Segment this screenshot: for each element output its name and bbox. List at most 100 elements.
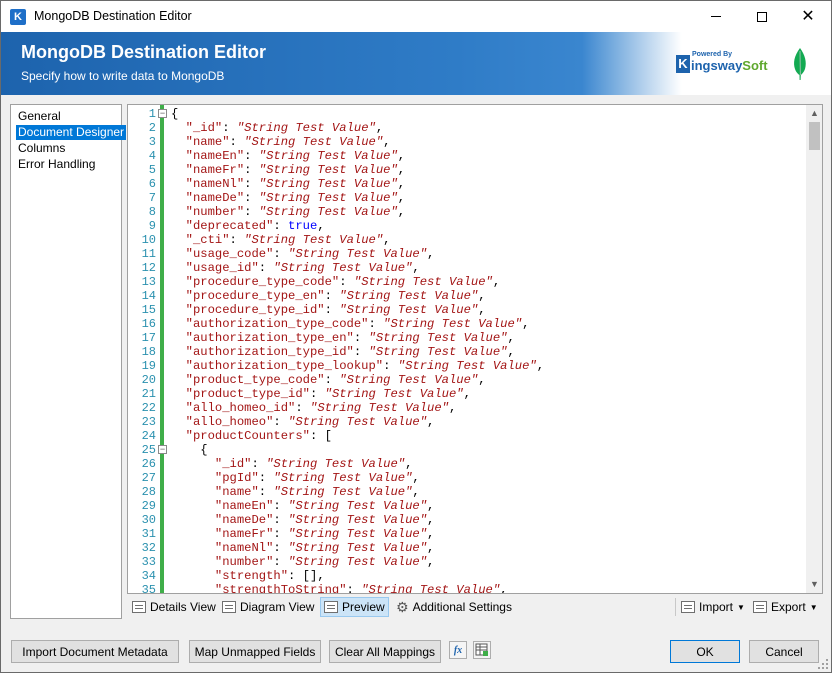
json-key: "allo_homeo"	[185, 415, 274, 429]
json-key: "procedure_type_id"	[185, 303, 325, 317]
export-label: Export	[771, 600, 806, 614]
code-text: "usage_id": "String Test Value",	[185, 261, 420, 275]
code-line: 29 "nameEn": "String Test Value",	[128, 499, 808, 513]
nav-item-error-handling[interactable]: Error Handling	[16, 157, 97, 172]
fold-collapse-icon[interactable]: −	[158, 109, 167, 118]
code-line: 8 "number": "String Test Value",	[128, 205, 808, 219]
code-text: "nameFr": "String Test Value",	[185, 163, 406, 177]
json-key: "name"	[185, 135, 230, 149]
code-text: "nameEn": "String Test Value",	[185, 149, 406, 163]
chevron-down-icon: ▼	[809, 602, 818, 612]
json-key: "nameEn"	[185, 149, 245, 163]
maximize-button[interactable]	[739, 1, 785, 32]
resize-grip-icon[interactable]	[817, 658, 829, 670]
json-value: "String Test Value"	[288, 513, 428, 527]
code-text: "number": "String Test Value",	[185, 205, 406, 219]
code-text: "authorization_type_lookup": "String Tes…	[185, 359, 545, 373]
table-settings-icon[interactable]	[473, 641, 491, 659]
line-number: 33	[141, 555, 156, 569]
json-key: "_cti"	[185, 233, 230, 247]
line-number: 12	[141, 261, 156, 275]
json-value: "String Test Value"	[339, 289, 479, 303]
tab-details-view[interactable]: Details View	[129, 597, 219, 617]
json-value: "String Test Value"	[324, 387, 464, 401]
json-key: "number"	[185, 205, 245, 219]
line-number: 35	[141, 583, 156, 594]
line-number: 13	[141, 275, 156, 289]
minimize-button[interactable]	[693, 1, 739, 32]
code-line: 3 "name": "String Test Value",	[128, 135, 808, 149]
code-text: "authorization_type_id": "String Test Va…	[185, 345, 515, 359]
code-line: 26 "_id": "String Test Value",	[128, 457, 808, 471]
code-line: 4 "nameEn": "String Test Value",	[128, 149, 808, 163]
json-value: "String Test Value"	[368, 345, 508, 359]
nav-item-document-designer[interactable]: Document Designer	[16, 125, 127, 140]
code-line: 30 "nameDe": "String Test Value",	[128, 513, 808, 527]
export-dropdown[interactable]: Export ▼	[750, 597, 821, 617]
json-value: "String Test Value"	[258, 205, 398, 219]
ok-button[interactable]: OK	[670, 640, 740, 663]
code-line: 13 "procedure_type_code": "String Test V…	[128, 275, 808, 289]
import-dropdown[interactable]: Import ▼	[678, 597, 748, 617]
line-number: 31	[141, 527, 156, 541]
logo-wordmark-main: ingsway	[691, 58, 743, 73]
code-text: "nameNl": "String Test Value",	[185, 177, 406, 191]
vertical-scrollbar[interactable]: ▲ ▼	[806, 105, 822, 593]
close-button[interactable]: ✕	[785, 1, 831, 32]
json-key: "nameFr"	[214, 527, 274, 541]
line-number: 27	[141, 471, 156, 485]
logo-wordmark: ingswaySoft	[691, 58, 768, 73]
title-bar: K MongoDB Destination Editor ✕	[1, 1, 831, 32]
json-key: "strength"	[214, 569, 289, 583]
tab-diagram-view[interactable]: Diagram View	[219, 597, 317, 617]
fold-collapse-icon[interactable]: −	[158, 445, 167, 454]
json-key: "nameEn"	[214, 499, 274, 513]
code-text: "procedure_type_code": "String Test Valu…	[185, 275, 501, 289]
expression-fx-button[interactable]: fx	[449, 641, 467, 659]
json-key: "nameNl"	[214, 541, 274, 555]
code-line: 18 "authorization_type_id": "String Test…	[128, 345, 808, 359]
tab-settings-label: Additional Settings	[412, 600, 512, 614]
line-number: 21	[141, 387, 156, 401]
json-key: "deprecated"	[185, 219, 274, 233]
window-title: MongoDB Destination Editor	[34, 9, 192, 23]
json-value: "String Test Value"	[244, 233, 384, 247]
tab-additional-settings[interactable]: ⚙ Additional Settings	[393, 597, 515, 617]
code-text: "productCounters": [	[185, 429, 332, 443]
json-key: "productCounters"	[185, 429, 310, 443]
cancel-button[interactable]: Cancel	[749, 640, 819, 663]
import-icon	[681, 601, 695, 613]
scroll-thumb[interactable]	[809, 122, 820, 150]
code-text: "nameNl": "String Test Value",	[214, 541, 435, 555]
scroll-down-icon[interactable]: ▼	[806, 576, 822, 593]
json-preview-editor[interactable]: 1−{2 "_id": "String Test Value", 3 "name"…	[127, 104, 823, 594]
code-line: 27 "pgId": "String Test Value",	[128, 471, 808, 485]
tab-details-label: Details View	[150, 600, 216, 614]
code-text: "_id": "String Test Value",	[214, 457, 413, 471]
clear-all-mappings-button[interactable]: Clear All Mappings	[329, 640, 441, 663]
tab-preview[interactable]: Preview	[320, 597, 389, 617]
export-icon	[753, 601, 767, 613]
code-line: 31 "nameFr": "String Test Value",	[128, 527, 808, 541]
line-number: 8	[148, 205, 156, 219]
json-value: "String Test Value"	[273, 485, 413, 499]
json-key: "usage_code"	[185, 247, 274, 261]
code-line: 17 "authorization_type_en": "String Test…	[128, 331, 808, 345]
json-key: "authorization_type_en"	[185, 331, 354, 345]
nav-item-columns[interactable]: Columns	[16, 141, 67, 156]
json-value: "String Test Value"	[397, 359, 537, 373]
json-value: [	[324, 429, 332, 443]
code-line: 1−{	[128, 107, 808, 121]
line-number: 15	[141, 303, 156, 317]
import-document-metadata-button[interactable]: Import Document Metadata	[11, 640, 179, 663]
code-text: "nameEn": "String Test Value",	[214, 499, 435, 513]
code-text: "allo_homeo": "String Test Value",	[185, 415, 435, 429]
code-text: "name": "String Test Value",	[185, 135, 391, 149]
code-line: 15 "procedure_type_id": "String Test Val…	[128, 303, 808, 317]
map-unmapped-fields-button[interactable]: Map Unmapped Fields	[189, 640, 321, 663]
nav-item-general[interactable]: General	[16, 109, 63, 124]
json-value: "String Test Value"	[288, 541, 428, 555]
json-value: "String Test Value"	[273, 471, 413, 485]
scroll-up-icon[interactable]: ▲	[806, 105, 822, 122]
json-value: "String Test Value"	[288, 247, 428, 261]
